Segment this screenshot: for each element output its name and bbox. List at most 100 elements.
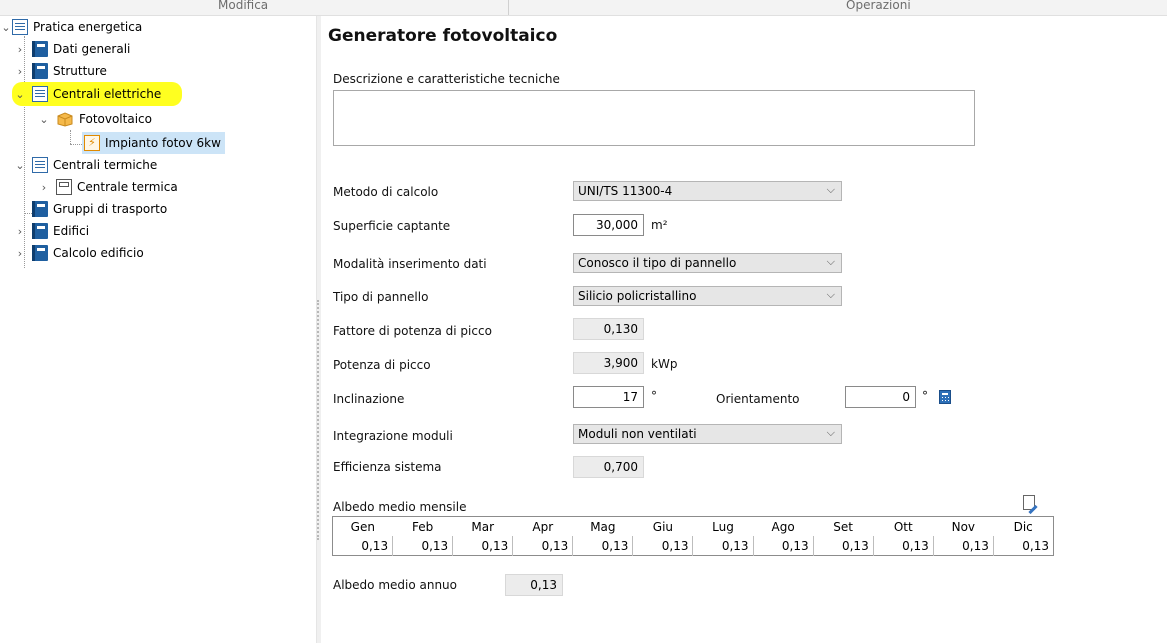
- tree-item-gruppi-trasporto[interactable]: Gruppi di trasporto: [14, 198, 167, 220]
- albedo-cell[interactable]: 0,13: [512, 536, 574, 556]
- modalita-label: Modalità inserimento dati: [333, 257, 487, 271]
- calculator-icon[interactable]: [939, 390, 951, 404]
- chevron-down-icon[interactable]: ⌄: [14, 87, 26, 101]
- tree-item-label: Pratica energetica: [33, 20, 143, 34]
- month-header: Nov: [951, 519, 976, 534]
- book-icon: [32, 41, 48, 57]
- tipo-pannello-value: Silicio policristallino: [578, 289, 697, 303]
- chevron-right-icon[interactable]: ›: [14, 64, 26, 78]
- chevron-down-icon: ⌵: [826, 426, 835, 439]
- tree-item-fotovoltaico[interactable]: ⌄ Fotovoltaico: [38, 108, 152, 130]
- document-list-icon: [32, 157, 48, 173]
- inclinazione-label: Inclinazione: [333, 392, 405, 406]
- month-header: Feb: [411, 519, 434, 534]
- tree-item-label: Edifici: [53, 224, 90, 238]
- boiler-icon: [56, 179, 72, 195]
- tipo-pannello-label: Tipo di pannello: [333, 290, 429, 304]
- albedo-cell[interactable]: 0,13: [933, 536, 994, 556]
- superficie-label: Superficie captante: [333, 219, 451, 233]
- albedo-cell[interactable]: 0,13: [332, 536, 394, 556]
- tree-connector: [70, 144, 82, 145]
- descrizione-label: Descrizione e caratteristiche tecniche: [333, 72, 560, 86]
- ribbon-group-modifica: Modifica: [218, 0, 269, 12]
- inclinazione-unit: °: [651, 389, 657, 403]
- chevron-right-icon[interactable]: ›: [14, 42, 26, 56]
- inclinazione-input[interactable]: 17: [573, 386, 644, 408]
- ribbon-separator: [508, 0, 509, 15]
- book-icon: [32, 245, 48, 261]
- structure-icon: [32, 63, 48, 79]
- tipo-pannello-select[interactable]: Silicio policristallino ⌵: [573, 286, 842, 306]
- tree-item-dati-generali[interactable]: › Dati generali: [14, 38, 130, 60]
- chevron-down-icon[interactable]: ⌄: [0, 20, 12, 34]
- efficienza-value: 0,700: [573, 456, 644, 478]
- albedo-annuo-label: Albedo medio annuo: [333, 578, 458, 592]
- month-header: Mag: [590, 519, 616, 534]
- metodo-select[interactable]: UNI/TS 11300-4 ⌵: [573, 181, 842, 201]
- tree-item-pratica-energetica[interactable]: ⌄ Pratica energetica: [0, 16, 142, 38]
- superficie-unit: m²: [651, 218, 668, 232]
- generator-form: Generatore fotovoltaico Descrizione e ca…: [320, 16, 1167, 643]
- albedo-cell[interactable]: 0,13: [873, 536, 934, 556]
- tree-item-calcolo-edificio[interactable]: › Calcolo edificio: [14, 242, 144, 264]
- tree-item-centrali-termiche[interactable]: ⌄ Centrali termiche: [14, 154, 157, 176]
- albedo-cell[interactable]: 0,13: [452, 536, 514, 556]
- potenza-unit: kWp: [651, 357, 678, 371]
- document-list-icon: [12, 19, 28, 35]
- tree-connector: [70, 130, 71, 144]
- albedo-cell[interactable]: 0,13: [392, 536, 454, 556]
- integrazione-label: Integrazione moduli: [333, 429, 453, 443]
- tree-item-centrali-elettriche[interactable]: ⌄ Centrali elettriche: [12, 82, 182, 106]
- potenza-label: Potenza di picco: [333, 358, 431, 372]
- month-header: Ott: [893, 519, 913, 534]
- metodo-label: Metodo di calcolo: [333, 185, 439, 199]
- albedo-cell[interactable]: 0,13: [572, 536, 634, 556]
- month-header: Gen: [350, 519, 375, 534]
- chevron-down-icon[interactable]: ⌄: [38, 112, 50, 126]
- tree-item-centrale-termica[interactable]: › Centrale termica: [38, 176, 178, 198]
- albedo-cell[interactable]: 0,13: [993, 536, 1053, 556]
- tree-item-edifici[interactable]: › Edifici: [14, 220, 89, 242]
- tree-item-label: Gruppi di trasporto: [53, 202, 168, 216]
- tree-item-strutture[interactable]: › Strutture: [14, 60, 107, 82]
- chevron-right-icon[interactable]: ›: [38, 180, 50, 194]
- modalita-select[interactable]: Conosco il tipo di pannello ⌵: [573, 253, 842, 273]
- fattore-label: Fattore di potenza di picco: [333, 324, 492, 338]
- document-list-icon: [32, 86, 48, 102]
- albedo-annuo-value: 0,13: [505, 574, 563, 596]
- integrazione-select[interactable]: Moduli non ventilati ⌵: [573, 424, 842, 444]
- albedo-cell[interactable]: 0,13: [753, 536, 814, 556]
- metodo-value: UNI/TS 11300-4: [578, 184, 673, 198]
- descrizione-textarea[interactable]: [333, 90, 975, 146]
- chevron-down-icon[interactable]: ⌄: [14, 158, 26, 172]
- albedo-cell[interactable]: 0,13: [692, 536, 754, 556]
- chevron-right-icon[interactable]: ›: [14, 246, 26, 260]
- page-title: Generatore fotovoltaico: [328, 26, 558, 46]
- solar-box-icon: [56, 111, 74, 127]
- chevron-right-icon[interactable]: ›: [14, 224, 26, 238]
- albedo-cell[interactable]: 0,13: [813, 536, 874, 556]
- albedo-mensile-label: Albedo medio mensile: [333, 500, 467, 514]
- month-header: Giu: [652, 519, 674, 534]
- tree-item-label: Fotovoltaico: [79, 112, 152, 126]
- month-header: Dic: [1013, 519, 1033, 534]
- orientamento-input[interactable]: 0: [845, 386, 916, 408]
- albedo-cell[interactable]: 0,13: [632, 536, 694, 556]
- tree-item-label: Dati generali: [53, 42, 131, 56]
- tree-item-impianto-fotov[interactable]: ⚡ Impianto fotov 6kw: [82, 132, 225, 154]
- efficienza-label: Efficienza sistema: [333, 460, 442, 474]
- month-header: Apr: [532, 519, 554, 534]
- tree-item-label: Centrali elettriche: [53, 87, 162, 101]
- edit-table-icon[interactable]: [1023, 495, 1035, 510]
- month-header: Lug: [712, 519, 734, 534]
- book-icon: [32, 201, 48, 217]
- bolt-icon: ⚡: [84, 135, 100, 151]
- chevron-down-icon: ⌵: [826, 183, 835, 196]
- albedo-table: Gen Feb Mar Apr Mag Giu Lug Ago Set Ott Nov Dic 0,1…: [332, 516, 1054, 556]
- albedo-months-row: Gen Feb Mar Apr Mag Giu Lug Ago Set Ott Nov Dic: [333, 517, 1054, 537]
- superficie-input[interactable]: 30,000: [573, 214, 644, 236]
- orientamento-unit: °: [922, 389, 928, 403]
- potenza-value: 3,900: [573, 352, 644, 374]
- chevron-down-icon: ⌵: [826, 288, 835, 301]
- tree-item-label: Strutture: [53, 64, 107, 78]
